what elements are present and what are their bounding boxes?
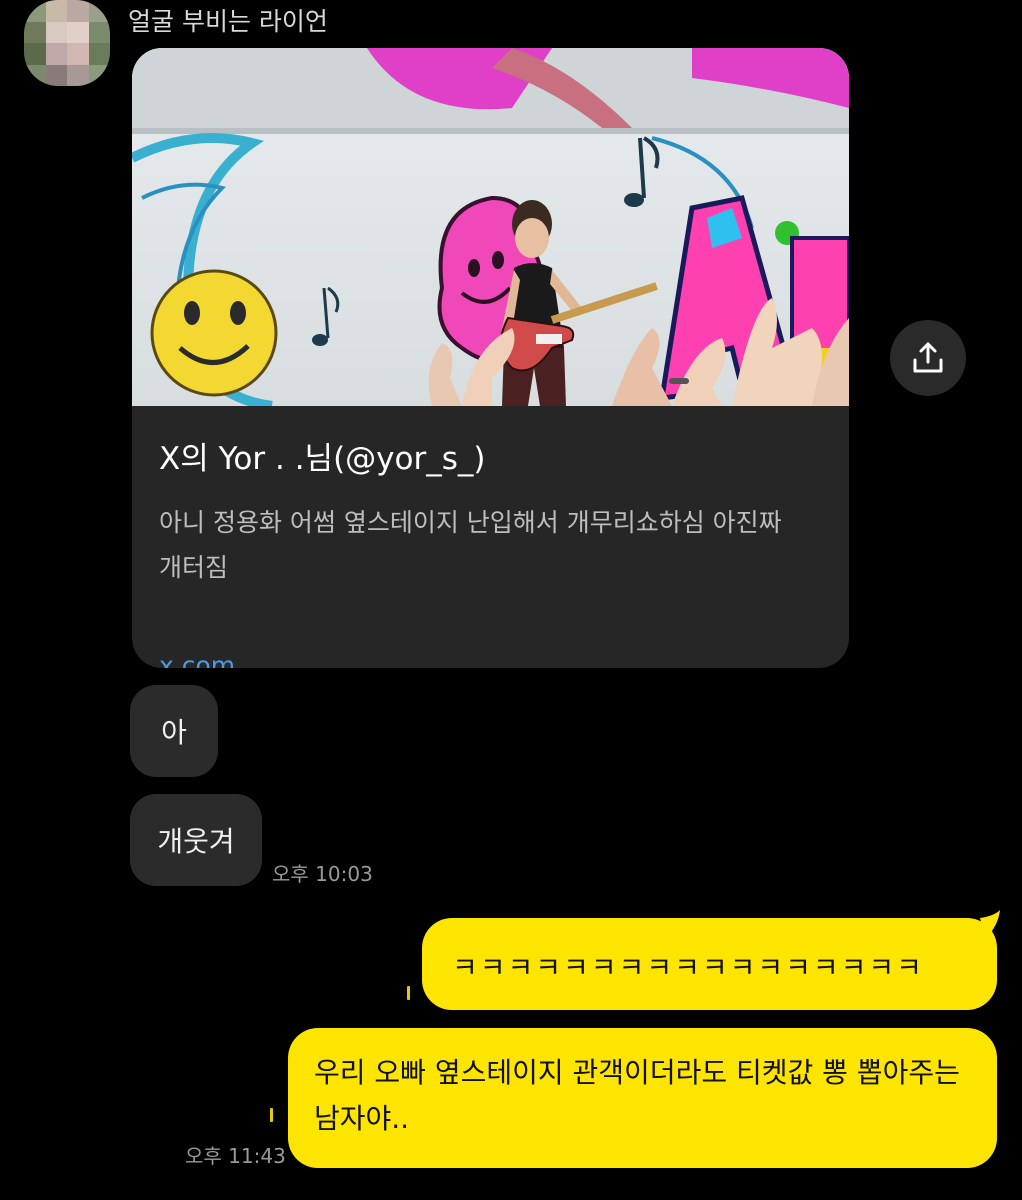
sender-name: 얼굴 부비는 라이언 [128,7,328,36]
link-preview-domain[interactable]: x.com [159,651,235,668]
message-timestamp: 오후 10:03 [272,862,373,886]
outgoing-message[interactable]: ㅋㅋㅋㅋㅋㅋㅋㅋㅋㅋㅋㅋㅋㅋㅋㅋㅋ [422,918,997,1010]
outgoing-message[interactable]: 우리 오빠 옆스테이지 관객이더라도 티켓값 뽕 뽑아주는 남자야.. [288,1028,997,1168]
link-preview-card[interactable]: X의 Yor . .님(@yor_s_) 아니 정용화 어썸 옆스테이지 난입해… [132,48,849,668]
message-timestamp: 오후 11:43 [185,1144,286,1168]
message-text: 개웃겨 [157,825,235,858]
link-preview-description: 아니 정용화 어썸 옆스테이지 난입해서 개무리쇼하심 아진짜개터짐 [159,508,782,582]
share-button[interactable] [890,320,966,396]
message-text: 우리 오빠 옆스테이지 관객이더라도 티켓값 뽕 뽑아주는 남자야.. [314,1056,960,1135]
message-text: 아 [161,716,187,749]
incoming-message[interactable]: 개웃겨 [130,794,262,886]
message-text: ㅋㅋㅋㅋㅋㅋㅋㅋㅋㅋㅋㅋㅋㅋㅋㅋㅋ [452,951,924,984]
bubble-tail [980,910,1000,938]
read-indicator [407,986,410,1000]
link-preview-image [132,48,849,406]
share-icon [913,342,943,373]
read-indicator [270,1108,273,1122]
avatar[interactable] [24,0,110,86]
link-preview-title: X의 Yor . .님(@yor_s_) [159,441,486,477]
incoming-message[interactable]: 아 [130,685,218,777]
